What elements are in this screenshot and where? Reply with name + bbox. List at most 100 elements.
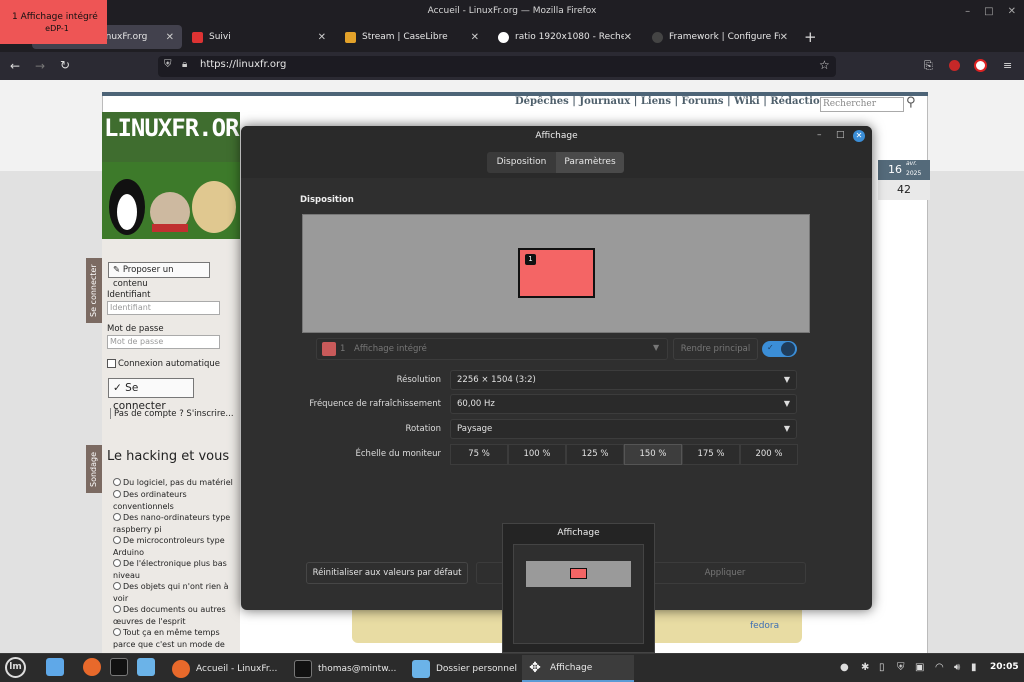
monitor-number-badge: 1 — [525, 254, 536, 265]
show-desktop-icon[interactable] — [46, 658, 64, 676]
chevron-down-icon: ▼ — [783, 424, 790, 433]
comment-count[interactable]: 42 — [878, 180, 930, 200]
start-menu-icon[interactable]: lm — [5, 657, 26, 678]
scale-option-175[interactable]: 175 % — [682, 444, 740, 465]
folder-icon — [412, 659, 430, 678]
poll-option[interactable]: De microcontroleurs type Arduino — [113, 535, 233, 558]
forward-icon[interactable]: → — [35, 59, 45, 73]
sidebar-tab-poll[interactable]: Sondage — [86, 445, 102, 493]
auto-login-checkbox[interactable] — [107, 359, 116, 368]
tab-close-icon[interactable]: ✕ — [623, 31, 632, 43]
bluetooth-icon[interactable]: ✱ — [861, 662, 869, 673]
wifi-icon[interactable]: ◠ — [935, 662, 944, 673]
tab-close-icon[interactable]: ✕ — [779, 31, 788, 43]
tab-framework[interactable]: Framework | Configure Fran ✕ — [644, 25, 796, 49]
extensions-icon[interactable]: ⎘ — [924, 59, 933, 73]
poll-option[interactable]: Du logiciel, pas du matériel — [113, 477, 233, 489]
propose-content-button[interactable]: ✎ Proposer un contenu — [108, 262, 210, 289]
tab-suivi[interactable]: Suivi ✕ — [184, 25, 334, 49]
ublock-icon[interactable] — [949, 60, 960, 71]
account-icon[interactable] — [974, 59, 987, 72]
update-manager-icon[interactable]: ● — [840, 662, 849, 673]
poll-option[interactable]: Des documents ou autres œuvres de l'espr… — [113, 604, 233, 627]
close-icon[interactable]: ✕ — [1008, 6, 1016, 17]
scale-option-75[interactable]: 75 % — [450, 444, 508, 465]
refresh-select[interactable]: 60,00 Hz ▼ — [450, 394, 797, 414]
terminal-launcher-icon[interactable] — [110, 658, 128, 676]
radio-icon[interactable] — [113, 478, 121, 486]
radio-icon[interactable] — [113, 490, 121, 498]
date-month: avr. — [906, 160, 918, 167]
shield-icon[interactable]: ⛨ — [164, 59, 172, 70]
monitor-index: 1 — [340, 344, 346, 354]
close-icon[interactable]: ✕ — [853, 130, 865, 142]
scale-option-125[interactable]: 125 % — [566, 444, 624, 465]
tab-close-icon[interactable]: ✕ — [471, 32, 479, 43]
lock-icon[interactable]: 🔒︎ — [182, 59, 187, 70]
apply-button[interactable]: Appliquer — [644, 562, 806, 584]
login-input[interactable]: Identifiant — [107, 301, 220, 315]
bookmark-star-icon[interactable]: ☆ — [819, 58, 830, 72]
signup-link[interactable]: Pas de compte ? S'inscrire... — [114, 409, 234, 419]
search-icon[interactable]: ⚲ — [906, 95, 924, 113]
task-display[interactable]: ✥ Affichage — [522, 655, 634, 682]
radio-icon[interactable] — [113, 513, 121, 521]
move-arrows-icon: ✥ — [529, 659, 541, 676]
monitor-identify-osd — [0, 0, 107, 44]
scale-option-200[interactable]: 200 % — [740, 444, 798, 465]
section-title: Disposition — [300, 195, 354, 205]
minimize-icon[interactable]: – — [817, 130, 822, 140]
scale-option-100[interactable]: 100 % — [508, 444, 566, 465]
radio-icon[interactable] — [113, 559, 121, 567]
tab-parametres[interactable]: Paramètres — [556, 152, 624, 173]
site-search-input[interactable]: Rechercher — [820, 97, 904, 112]
tab-close-icon[interactable]: ✕ — [318, 32, 326, 43]
poll-option[interactable]: De l'électronique plus bas niveau — [113, 558, 233, 581]
resolution-select[interactable]: 2256 × 1504 (3:2) ▼ — [450, 370, 797, 390]
firefox-icon — [172, 659, 190, 678]
radio-icon[interactable] — [113, 628, 121, 636]
clock[interactable]: 20:05 — [990, 662, 1019, 672]
password-input[interactable]: Mot de passe — [107, 335, 220, 349]
radio-icon[interactable] — [113, 536, 121, 544]
battery-icon[interactable]: ▮ — [971, 662, 977, 673]
poll-option[interactable]: Tout ça en même temps parce que c'est un… — [113, 627, 233, 651]
radio-icon[interactable] — [113, 582, 121, 590]
url-text[interactable]: https://linuxfr.org — [200, 59, 286, 70]
shield-icon[interactable]: ⛨ — [897, 662, 905, 673]
reload-icon[interactable]: ↻ — [60, 58, 70, 72]
poll-option[interactable]: Des nano-ordinateurs type raspberry pi — [113, 512, 233, 535]
set-primary-button[interactable]: Rendre principal — [673, 338, 758, 360]
firefox-launcher-icon[interactable] — [83, 658, 101, 676]
fedora-logo: fedora — [750, 621, 780, 631]
task-firefox[interactable]: Accueil - LinuxFr... — [168, 655, 285, 682]
minimize-icon[interactable]: – — [965, 6, 970, 17]
tab-label: Stream | CaseLibre — [362, 32, 448, 42]
rotation-select[interactable]: Paysage ▼ — [450, 419, 797, 439]
menu-hamburger-icon[interactable]: ≡ — [1003, 59, 1012, 72]
radio-icon[interactable] — [113, 605, 121, 613]
reset-defaults-button[interactable]: Réinitialiser aux valeurs par défaut — [306, 562, 468, 584]
sidebar-tab-login[interactable]: Se connecter — [86, 258, 102, 323]
new-tab-button[interactable]: + — [804, 28, 817, 46]
maximize-icon[interactable]: □ — [836, 130, 845, 140]
poll-option[interactable]: Des ordinateurs conventionnels — [113, 489, 233, 512]
tab-close-icon[interactable]: ✕ — [166, 32, 174, 43]
task-files[interactable]: Dossier personnel — [408, 655, 520, 682]
monitor-name: Affichage intégré — [354, 344, 427, 354]
tab-google[interactable]: ratio 1920x1080 - Recherch ✕ — [490, 25, 640, 49]
check-icon: ✓ — [113, 382, 122, 394]
files-launcher-icon[interactable] — [137, 658, 155, 676]
tab-caselibre[interactable]: Stream | CaseLibre ✕ — [337, 25, 487, 49]
back-icon[interactable]: ← — [10, 59, 20, 73]
clipboard-icon[interactable]: ▯ — [879, 662, 885, 673]
poll-option[interactable]: Des objets qui n'ont rien à voir — [113, 581, 233, 604]
login-button[interactable]: ✓ Se connecter — [108, 378, 194, 412]
notifications-icon[interactable]: ▣ — [915, 662, 924, 673]
task-terminal[interactable]: thomas@mintw... — [290, 655, 405, 682]
tab-disposition[interactable]: Disposition — [487, 152, 556, 173]
maximize-icon[interactable]: □ — [984, 6, 993, 17]
site-nav[interactable]: Dépêches | Journaux | Liens | Forums | W… — [515, 96, 827, 107]
scale-option-150[interactable]: 150 % — [624, 444, 682, 465]
volume-icon[interactable]: 🔊︎ — [954, 662, 960, 673]
